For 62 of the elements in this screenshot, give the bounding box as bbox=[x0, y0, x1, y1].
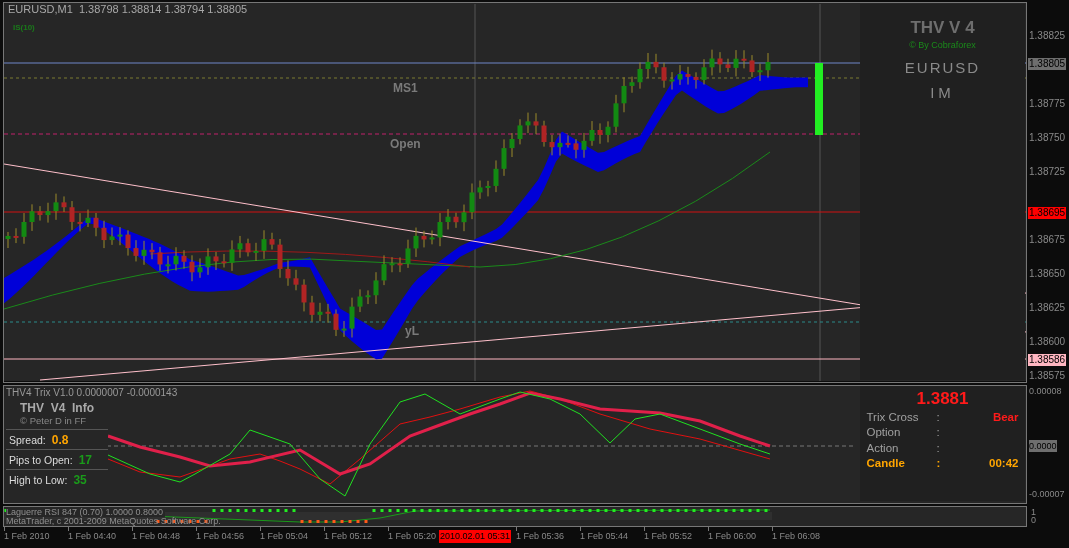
indicator-title: Laguerre RSI 847 (0.70) 1.0000 0.8000 bbox=[6, 508, 166, 517]
signal-separator: : bbox=[936, 441, 941, 454]
price-tick: 1.38650 bbox=[1029, 268, 1066, 280]
info-credit: © Peter D in FF bbox=[19, 415, 88, 426]
info-value: 0.8 bbox=[51, 432, 69, 447]
time-label: 1 Feb 05:44 bbox=[580, 530, 629, 543]
signal-label: Candle bbox=[866, 457, 906, 470]
axis-tick: 1 bbox=[1031, 508, 1037, 516]
info-value: 35 bbox=[73, 472, 87, 487]
price-marker: 1.38586 bbox=[1028, 354, 1067, 366]
price-tick: 1.38575 bbox=[1029, 370, 1066, 382]
info-label: Pips to Open: bbox=[9, 453, 73, 466]
price-tick: 1.38625 bbox=[1029, 302, 1066, 314]
signal-separator: : bbox=[936, 426, 941, 439]
signal-separator: : bbox=[936, 410, 941, 423]
time-label: 1 Feb 04:48 bbox=[132, 530, 181, 543]
time-label: 1 Feb 04:56 bbox=[196, 530, 245, 543]
price-tick: 1.38775 bbox=[1029, 98, 1066, 110]
info-title: THV V4 Info bbox=[19, 401, 95, 415]
time-label: 1 Feb 05:36 bbox=[516, 530, 565, 543]
axis-tick: -0.00007 bbox=[1029, 488, 1065, 500]
info-label: Spread: bbox=[9, 433, 46, 446]
signal-price: 1.3881 bbox=[916, 389, 969, 409]
axis-tick: 0.00008 bbox=[1029, 385, 1062, 397]
price-tick: 1.38750 bbox=[1029, 132, 1066, 144]
time-label: 1 Feb 05:04 bbox=[260, 530, 309, 543]
signal-value: 00:42 bbox=[988, 457, 1019, 470]
signal-separator: : bbox=[936, 457, 942, 470]
time-label: 1 Feb 05:12 bbox=[324, 530, 373, 543]
signal-label: Trix Cross bbox=[866, 410, 920, 423]
indicator-title: THV4 Trix V1.0 0.0000007 -0.0000143 bbox=[6, 387, 178, 398]
signal-label: Option bbox=[866, 426, 902, 439]
indicator-label: IS(10) bbox=[13, 23, 35, 32]
chart-title: EURUSD,M1 1.38798 1.38814 1.38794 1.38805 bbox=[8, 3, 248, 15]
info-value: 17 bbox=[78, 452, 92, 467]
brand-credit: © By Cobraforex bbox=[909, 40, 976, 50]
copyright-text: MetaTrader, c 2001-2009 MetaQuotes Software Corp. bbox=[6, 517, 221, 526]
level-label: Open bbox=[390, 137, 421, 151]
time-label: 1 Feb 04:40 bbox=[68, 530, 117, 543]
time-label: 1 Feb 05:20 bbox=[388, 530, 437, 543]
time-label: 1 Feb 05:52 bbox=[644, 530, 693, 543]
timeframe-label: IM bbox=[930, 84, 955, 101]
price-tick: 1.38825 bbox=[1029, 30, 1066, 42]
price-tick: 1.38725 bbox=[1029, 166, 1066, 178]
brand-title: THV V 4 bbox=[910, 18, 975, 38]
signal-value: Bear bbox=[991, 410, 1019, 423]
time-label: 1 Feb 06:00 bbox=[708, 530, 757, 543]
signal-label: Action bbox=[866, 441, 900, 454]
range-bar bbox=[815, 63, 823, 135]
price-marker: 1.38695 bbox=[1028, 207, 1067, 219]
axis-tick: 0 bbox=[1031, 516, 1037, 524]
time-label: 1 Feb 06:08 bbox=[772, 530, 821, 543]
symbol-label: EURUSD bbox=[904, 59, 981, 76]
price-tick: 1.38675 bbox=[1029, 234, 1066, 246]
info-label: High to Low: bbox=[9, 473, 68, 486]
time-cursor-label: 2010.02.01 05:31 bbox=[439, 530, 512, 543]
axis-marker: 0.0000 bbox=[1029, 440, 1057, 452]
level-label: yL bbox=[405, 324, 419, 338]
price-marker: 1.38805 bbox=[1028, 58, 1067, 70]
time-label: 1 Feb 2010 bbox=[4, 530, 50, 543]
price-tick: 1.38600 bbox=[1029, 336, 1066, 348]
level-label: MS1 bbox=[393, 81, 418, 95]
